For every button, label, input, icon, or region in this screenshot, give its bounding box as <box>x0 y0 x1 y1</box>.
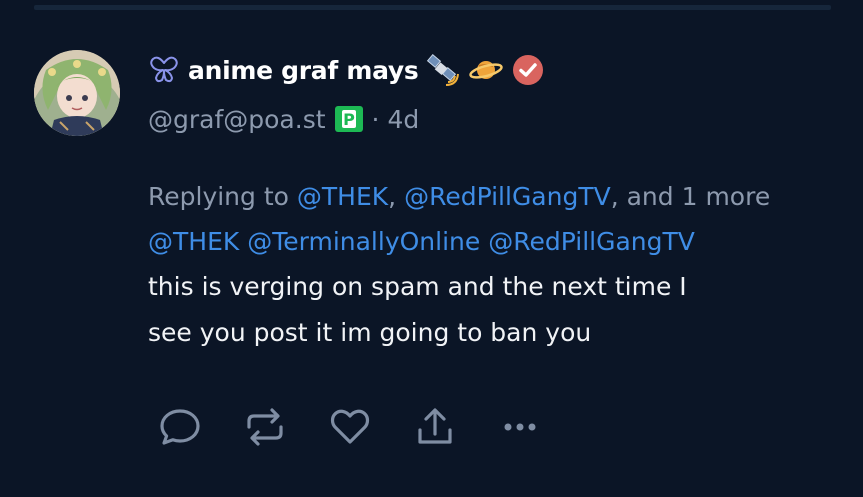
post-age[interactable]: 4d <box>387 105 419 134</box>
like-button[interactable] <box>328 405 372 449</box>
ringed-planet-emoji <box>468 55 504 85</box>
display-name[interactable]: anime graf mays <box>188 56 419 85</box>
post-view: anime graf mays @graf@poa.st P · 4d Repl… <box>0 0 863 497</box>
reply-more[interactable]: , and 1 more <box>611 182 771 211</box>
post-mentions: @THEK @TerminallyOnline @RedPillGangTV <box>148 223 695 261</box>
verified-check-badge <box>512 54 544 86</box>
post-body-line: this is verging on spam and the next tim… <box>148 272 687 301</box>
share-button[interactable] <box>413 405 457 449</box>
replying-to: Replying to @THEK, @RedPillGangTV, and 1… <box>148 178 770 216</box>
like-icon <box>330 409 370 444</box>
satellite-emoji <box>426 54 460 86</box>
mention-link[interactable]: @RedPillGangTV <box>488 227 695 256</box>
share-icon <box>418 408 452 444</box>
mention-link[interactable]: @TerminallyOnline <box>247 227 480 256</box>
instance-badge-letter: P <box>343 110 355 129</box>
author-meta: @graf@poa.st P · 4d <box>148 100 419 138</box>
replying-to-prefix: Replying to <box>148 182 289 211</box>
reply-icon <box>160 409 200 445</box>
reply-button[interactable] <box>158 405 202 449</box>
repost-icon <box>247 408 283 446</box>
post-body-line: see you post it im going to ban you <box>148 318 592 347</box>
author-header: anime graf mays <box>148 50 544 90</box>
more-icon <box>504 423 536 431</box>
time-separator: · <box>371 104 380 134</box>
divider <box>34 5 831 10</box>
repost-button[interactable] <box>243 405 287 449</box>
author-handle[interactable]: @graf@poa.st <box>148 105 326 134</box>
more-button[interactable] <box>498 405 542 449</box>
avatar[interactable] <box>34 50 120 136</box>
reply-separator: , <box>388 182 397 211</box>
mention-link[interactable]: @THEK <box>148 227 239 256</box>
reply-mention-thek[interactable]: @THEK <box>297 182 388 211</box>
instance-badge-icon: P <box>334 105 364 133</box>
post-actions <box>158 405 542 449</box>
reply-mention-redpillgangtv[interactable]: @RedPillGangTV <box>404 182 611 211</box>
butterfly-icon <box>148 55 180 85</box>
